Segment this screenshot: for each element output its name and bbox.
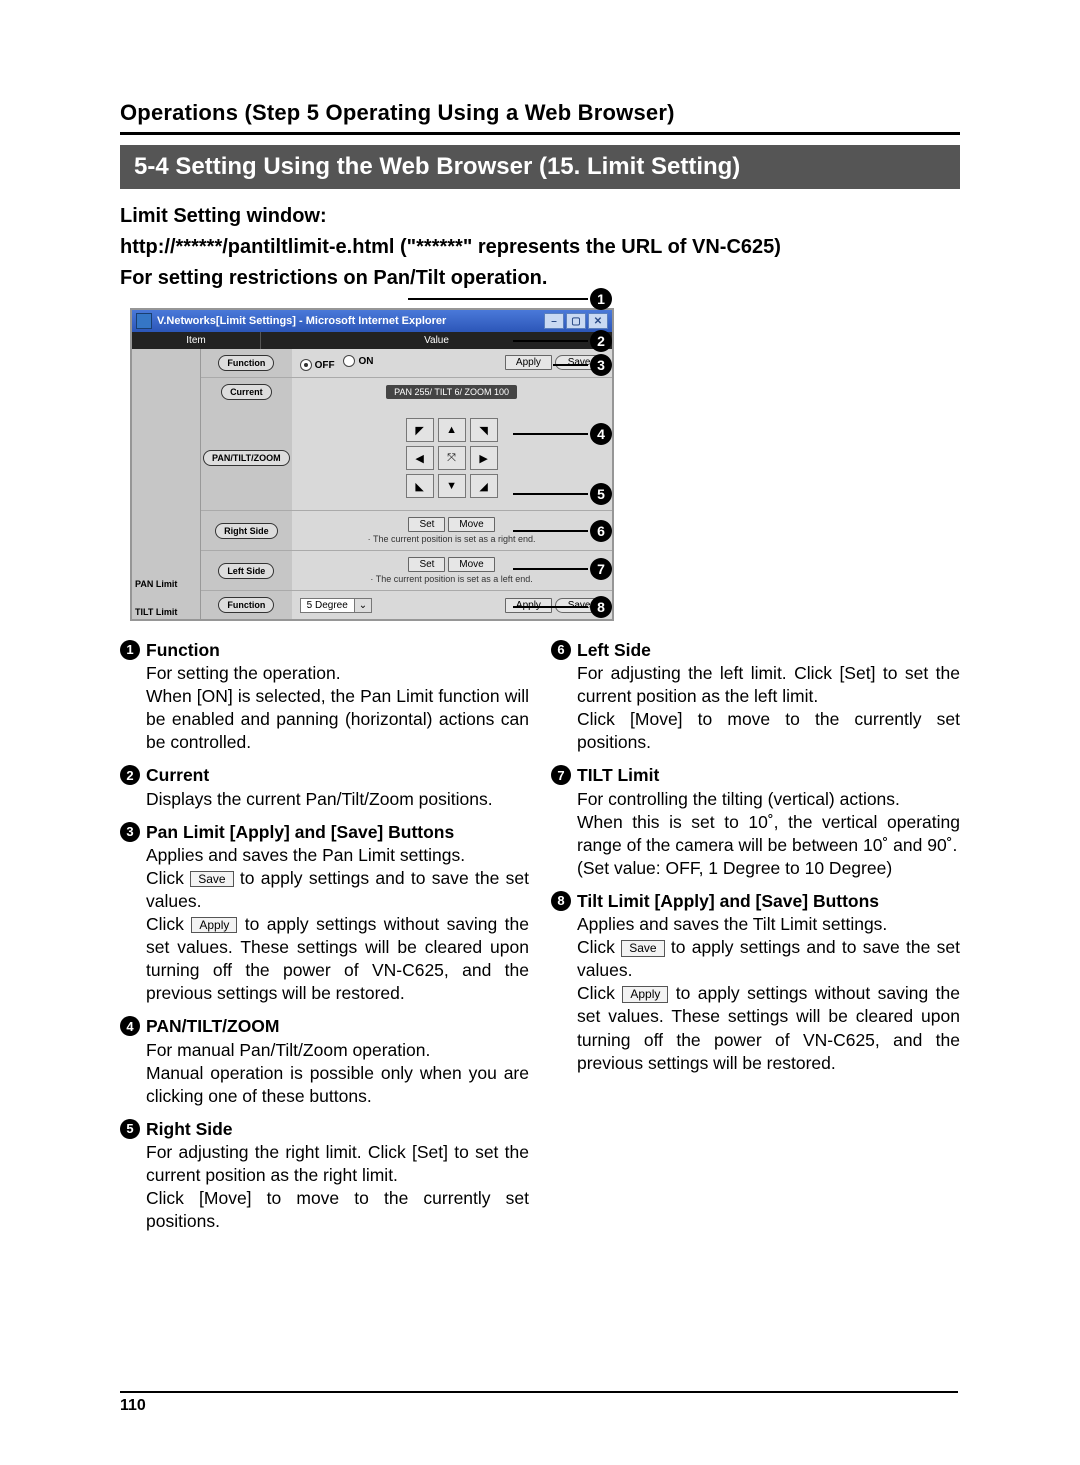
section-label-tilt-limit: TILT Limit — [132, 591, 201, 619]
desc-title: Pan Limit [Apply] and [Save] Buttons — [146, 821, 454, 844]
chevron-down-icon: ⌄ — [354, 599, 371, 612]
callout-6: 6 — [590, 520, 612, 542]
desc-title: Left Side — [577, 639, 651, 662]
ptz-up-left-button[interactable]: ◤ — [406, 418, 434, 442]
ptz-down-button[interactable]: ▼ — [438, 474, 466, 498]
current-value: PAN 255/ TILT 6/ ZOOM 100 — [386, 385, 517, 399]
label-left-side: Left Side — [218, 563, 274, 579]
desc-bubble-3: 3 — [120, 822, 140, 842]
desc-bubble-4: 4 — [120, 1016, 140, 1036]
desc-body: For adjusting the right limit. Click [Se… — [146, 1141, 529, 1233]
inline-save-button: Save — [190, 871, 233, 887]
ptz-up-right-button[interactable]: ◥ — [470, 418, 498, 442]
section-label-pan-limit: PAN Limit — [132, 349, 201, 591]
right-set-button[interactable]: Set — [408, 517, 445, 532]
right-move-button[interactable]: Move — [448, 517, 494, 532]
intro-line1: Limit Setting window: — [120, 201, 960, 232]
label-function: Function — [218, 355, 274, 371]
apply-button[interactable]: Apply — [505, 355, 552, 370]
tilt-apply-button[interactable]: Apply — [505, 598, 552, 613]
inline-apply-button: Apply — [191, 917, 237, 933]
desc-title: Right Side — [146, 1118, 233, 1141]
ptz-down-right-button[interactable]: ◢ — [470, 474, 498, 498]
inline-save-button: Save — [621, 940, 664, 956]
inline-apply-button: Apply — [622, 986, 668, 1002]
label-ptz: PAN/TILT/ZOOM — [203, 450, 290, 466]
ie-icon — [136, 313, 152, 329]
desc-title: Function — [146, 639, 220, 662]
desc-body: For manual Pan/Tilt/Zoom operation.Manua… — [146, 1039, 529, 1108]
ptz-right-button[interactable]: ▶ — [470, 446, 498, 470]
radio-off[interactable]: OFF — [300, 359, 335, 371]
page-number: 110 — [120, 1397, 146, 1414]
window-title: V.Networks[Limit Settings] - Microsoft I… — [157, 315, 446, 327]
right-note: · The current position is set as a right… — [300, 534, 604, 544]
desc-bubble-1: 1 — [120, 640, 140, 660]
label-right-side: Right Side — [215, 523, 278, 539]
desc-bubble-8: 8 — [551, 891, 571, 911]
maximize-icon[interactable]: ▢ — [566, 313, 586, 329]
left-set-button[interactable]: Set — [408, 557, 445, 572]
column-header-item: Item — [132, 332, 261, 349]
ptz-up-button[interactable]: ▲ — [438, 418, 466, 442]
ptz-pad: ◤ ▲ ◥ ◀ ⤧ ▶ ◣ ▼ ◢ — [300, 418, 604, 498]
callout-8: 8 — [590, 596, 612, 618]
desc-body: For controlling the tilting (vertical) a… — [577, 788, 960, 880]
ptz-left-button[interactable]: ◀ — [406, 446, 434, 470]
desc-bubble-2: 2 — [120, 765, 140, 785]
tilt-degree-select[interactable]: 5 Degree ⌄ — [300, 598, 373, 613]
left-move-button[interactable]: Move — [448, 557, 494, 572]
ptz-zoom-button[interactable]: ⤧ — [438, 446, 466, 470]
screenshot-window: V.Networks[Limit Settings] - Microsoft I… — [130, 308, 614, 621]
desc-bubble-6: 6 — [551, 640, 571, 660]
desc-body: Applies and saves the Tilt Limit setting… — [577, 913, 960, 1075]
minimize-icon[interactable]: – — [544, 313, 564, 329]
desc-title: PAN/TILT/ZOOM — [146, 1015, 280, 1038]
desc-bubble-5: 5 — [120, 1119, 140, 1139]
intro-line3: For setting restrictions on Pan/Tilt ope… — [120, 263, 960, 294]
desc-body: Applies and saves the Pan Limit settings… — [146, 844, 529, 1006]
callout-1: 1 — [590, 288, 612, 310]
desc-bubble-7: 7 — [551, 765, 571, 785]
radio-on[interactable]: ON — [343, 355, 373, 367]
desc-body: For adjusting the left limit. Click [Set… — [577, 662, 960, 754]
callout-4: 4 — [590, 423, 612, 445]
callout-2: 2 — [590, 330, 612, 352]
callout-7: 7 — [590, 558, 612, 580]
left-note: · The current position is set as a left … — [300, 574, 604, 584]
desc-body: For setting the operation.When [ON] is s… — [146, 662, 529, 754]
desc-title: TILT Limit — [577, 764, 659, 787]
close-icon[interactable]: ✕ — [588, 313, 608, 329]
section-title: 5-4 Setting Using the Web Browser (15. L… — [120, 145, 960, 189]
callout-3: 3 — [590, 354, 612, 376]
desc-title: Tilt Limit [Apply] and [Save] Buttons — [577, 890, 879, 913]
intro-line2: http://******/pantiltlimit-e.html ("****… — [120, 232, 960, 263]
breadcrumb: Operations (Step 5 Operating Using a Web… — [120, 100, 960, 126]
label-current: Current — [221, 384, 272, 400]
callout-5: 5 — [590, 483, 612, 505]
ptz-down-left-button[interactable]: ◣ — [406, 474, 434, 498]
label-function-tilt: Function — [218, 597, 274, 613]
desc-body: Displays the current Pan/Tilt/Zoom posit… — [146, 788, 529, 811]
desc-title: Current — [146, 764, 209, 787]
